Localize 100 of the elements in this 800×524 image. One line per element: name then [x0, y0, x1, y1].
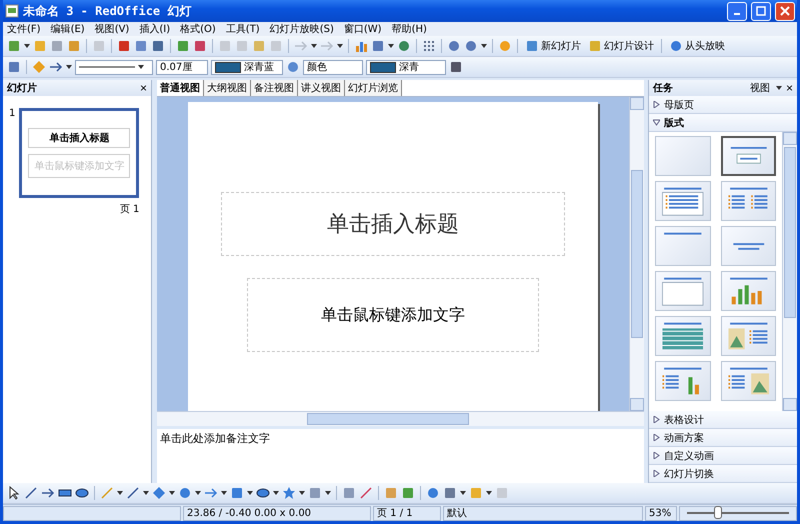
dropdown-caret-icon[interactable] [138, 65, 144, 69]
arrow-line-icon[interactable] [41, 486, 55, 500]
collapsed-triangle-icon [653, 101, 660, 108]
star-icon[interactable] [282, 486, 296, 500]
chart-icon[interactable] [354, 39, 368, 53]
close-pane-button[interactable]: × [140, 82, 147, 94]
menu-item[interactable]: 格式(O) [180, 22, 216, 36]
dropdown-caret-icon[interactable] [486, 491, 492, 495]
collapsed-triangle-icon [653, 434, 660, 441]
dropdown-caret-icon[interactable] [311, 44, 317, 48]
fontwork-icon[interactable] [359, 486, 373, 500]
diamond-icon[interactable] [152, 486, 166, 500]
zoom-value: 53% [645, 506, 677, 520]
layout-thumbnail[interactable] [655, 361, 710, 401]
dropdown-caret-icon[interactable] [460, 491, 466, 495]
dropdown-caret-icon[interactable] [776, 86, 782, 90]
close-button[interactable] [775, 2, 795, 20]
vertical-scrollbar[interactable] [629, 97, 644, 411]
dropdown-caret-icon[interactable] [247, 491, 253, 495]
dropdown-caret-icon[interactable] [195, 491, 201, 495]
maximize-icon [756, 6, 766, 16]
collapsed-triangle-icon [653, 416, 660, 423]
fill-color-dropdown[interactable]: 深青 [366, 60, 446, 74]
line-icon[interactable] [24, 486, 38, 500]
text-placeholder[interactable]: 单击鼠标键添加文字 [247, 278, 539, 352]
task-section-header[interactable]: 母版页 [649, 96, 797, 114]
dropdown-caret-icon[interactable] [169, 491, 175, 495]
menu-item[interactable]: 窗口(W) [344, 22, 382, 36]
line-style-dropdown[interactable] [75, 60, 153, 74]
task-section-header[interactable]: 动画方案 [649, 429, 797, 447]
layout-scrollbar[interactable] [782, 132, 797, 411]
minimize-button[interactable] [727, 2, 747, 20]
expanded-triangle-icon [653, 119, 660, 126]
layout-thumbnail[interactable] [655, 136, 710, 176]
grid-icon[interactable] [422, 39, 436, 53]
zoom-slider-thumb[interactable] [714, 506, 722, 519]
menu-item[interactable]: 插入(I) [139, 22, 170, 36]
thumbnail-subtitle: 单击鼠标键添加文字 [28, 154, 130, 178]
collapsed-triangle-icon [653, 470, 660, 477]
menu-item[interactable]: 文件(F) [7, 22, 41, 36]
ellipse-icon[interactable] [75, 486, 89, 500]
dropdown-caret-icon[interactable] [481, 44, 487, 48]
notes-field[interactable]: 单击此处添加备注文字 [157, 426, 644, 483]
layout-thumbnail[interactable] [720, 136, 776, 176]
dropdown-caret-icon[interactable] [117, 491, 123, 495]
pane-title: 幻灯片 [7, 82, 37, 95]
slide-thumbnail[interactable]: 单击插入标题 单击鼠标键添加文字 [19, 108, 140, 198]
line-sample-icon [79, 65, 135, 69]
layout-thumbnail[interactable] [720, 316, 776, 356]
layout-thumbnail[interactable] [720, 226, 776, 266]
menu-item[interactable]: 幻灯片放映(S) [270, 22, 334, 36]
view-tab[interactable]: 讲义视图 [298, 80, 345, 96]
slide-number: 1 [9, 108, 16, 121]
dropdown-caret-icon[interactable] [388, 44, 394, 48]
menu-item[interactable]: 编辑(E) [50, 22, 85, 36]
menu-item[interactable]: 工具(T) [226, 22, 260, 36]
view-tab[interactable]: 大纲视图 [204, 80, 251, 96]
app-icon [5, 4, 19, 18]
layout-thumbnail[interactable] [720, 361, 776, 401]
layout-thumbnail[interactable] [720, 271, 776, 311]
dropdown-caret-icon[interactable] [337, 44, 343, 48]
view-tab[interactable]: 幻灯片浏览 [345, 80, 402, 96]
layout-thumbnail[interactable] [720, 181, 776, 221]
dropdown-caret-icon[interactable] [299, 491, 305, 495]
dropdown-caret-icon[interactable] [325, 491, 331, 495]
menu-item[interactable]: 帮助(H) [392, 22, 427, 36]
dropdown-caret-icon[interactable] [221, 491, 227, 495]
layout-thumbnail[interactable] [655, 226, 710, 266]
menu-item[interactable]: 视图(V) [94, 22, 130, 36]
task-section-header[interactable]: 自定义动画 [649, 447, 797, 465]
layout-thumbnail[interactable] [655, 271, 710, 311]
title-placeholder[interactable]: 单击插入标题 [221, 192, 565, 256]
horizontal-scrollbar[interactable] [157, 411, 644, 426]
fill-type-dropdown[interactable]: 颜色 [303, 60, 363, 74]
task-section-header[interactable]: 版式 [649, 114, 797, 132]
page-indicator: 页 1 / 1 [373, 506, 441, 520]
close-icon [780, 6, 790, 16]
layout-thumbnail[interactable] [655, 181, 710, 221]
maximize-button[interactable] [751, 2, 771, 20]
task-section-header[interactable]: 表格设计 [649, 411, 797, 429]
view-tab[interactable]: 备注视图 [251, 80, 298, 96]
arrow-style-icon[interactable] [49, 60, 63, 74]
position-value: 23.86 / -0.40 [187, 508, 252, 518]
dropdown-caret-icon[interactable] [66, 65, 72, 69]
start-show-button[interactable]: 从头放映 [667, 37, 727, 55]
line-width-field[interactable]: 0.07厘 [156, 60, 208, 74]
zoom-slider[interactable] [679, 506, 797, 520]
dropdown-caret-icon[interactable] [24, 44, 30, 48]
task-section-header[interactable]: 幻灯片切换 [649, 465, 797, 483]
collapsed-triangle-icon [653, 452, 660, 459]
dropdown-caret-icon[interactable] [273, 491, 279, 495]
view-menu-button[interactable]: 视图 [748, 79, 772, 97]
slide-design-button[interactable]: 幻灯片设计 [586, 37, 656, 55]
new-slide-button[interactable]: 新幻灯片 [523, 37, 583, 55]
line-color-dropdown[interactable]: 深青蓝 [211, 60, 283, 74]
dropdown-caret-icon[interactable] [143, 491, 149, 495]
view-tab[interactable]: 普通视图 [157, 80, 204, 96]
select-cursor-icon[interactable] [7, 486, 21, 500]
layout-thumbnail[interactable] [655, 316, 710, 356]
close-pane-button[interactable]: × [786, 82, 793, 94]
